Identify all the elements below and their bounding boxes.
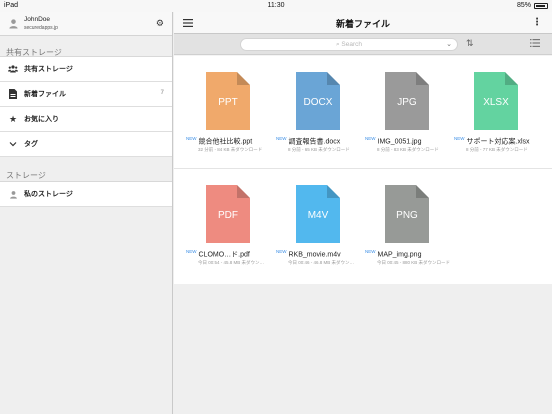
battery-percent: 85% xyxy=(516,2,531,9)
file-name-text: サポート対応案.xlsx xyxy=(466,138,530,146)
search-options-dropdown-icon[interactable]: ⌄ xyxy=(446,40,452,48)
file-extension-label: PPT xyxy=(218,97,238,108)
file-item[interactable]: XLSX NEW サポート対応案.xlsx 8 分前 - 77 KB 未ダウンロード xyxy=(454,56,540,162)
file-item[interactable]: M4V NEW RKB_movie.m4v 今日 00:46 - 46.8 MB 未ダ… xyxy=(276,169,362,275)
status-bar: iPad 11:30 85% xyxy=(0,0,552,12)
file-item[interactable]: JPG NEW IMG_0051.jpg 8 分前 - 83 KB 未ダウンロード xyxy=(365,56,451,162)
file-meta: 今日 00:46 - 46.8 MB 未ダウン… xyxy=(288,260,355,265)
file-type-icon: DOCX xyxy=(296,72,340,130)
gear-icon[interactable]: ⚙ xyxy=(156,18,164,29)
file-grid: PPT NEW 競合他社比較.ppt 32 分前 - 84 KB 未ダウンロード DOC… xyxy=(174,56,552,414)
sidebar: JohnDoe securedapps.jp ⚙ 共有ストレージ 共有ストレージ… xyxy=(0,12,173,414)
storage-nav-list: 私のストレージ xyxy=(0,181,172,207)
sidebar-item-label: 共有ストレージ xyxy=(24,66,73,73)
search-icon: ⌕ xyxy=(335,41,340,48)
file-extension-label: XLSX xyxy=(483,97,509,108)
file-extension-label: PNG xyxy=(396,210,418,221)
file-name: NEW MAP_img.png xyxy=(365,249,455,258)
group-icon xyxy=(8,64,18,74)
sort-icon[interactable]: ⇅ xyxy=(466,38,474,49)
file-meta: 今日 00:45 - 880 KB 未ダウンロード xyxy=(377,260,451,265)
list-view-icon[interactable] xyxy=(530,38,540,48)
sidebar-item-new-files[interactable]: 新着ファイル 7 xyxy=(0,82,172,107)
user-domain: securedapps.jp xyxy=(24,25,58,31)
file-extension-label: M4V xyxy=(307,210,329,221)
file-item[interactable]: PPT NEW 競合他社比較.ppt 32 分前 - 84 KB 未ダウンロード xyxy=(186,56,272,162)
sidebar-item-tags[interactable]: タグ xyxy=(0,132,172,157)
file-name: NEW CLOMO…ド.pdf xyxy=(186,249,276,259)
file-meta: 8 分前 - 77 KB 未ダウンロード xyxy=(466,147,528,152)
section-header-storage: ストレージ xyxy=(6,171,46,180)
more-options-icon[interactable]: ⋮ xyxy=(532,17,542,28)
new-badge: NEW xyxy=(365,136,376,141)
sidebar-item-label: お気に入り xyxy=(24,116,59,123)
new-badge: NEW xyxy=(454,136,465,141)
file-name: NEW サポート対応案.xlsx xyxy=(454,136,544,146)
file-meta: 32 分前 - 84 KB 未ダウンロード xyxy=(198,147,263,152)
new-badge: NEW xyxy=(365,249,376,254)
new-badge: NEW xyxy=(276,249,287,254)
main-panel: 新着ファイル ⋮ ⌕ Search ⌄ ⇅ PPT NEW 競合他社比較.ppt 32… xyxy=(174,12,552,414)
new-badge: NEW xyxy=(186,249,197,254)
file-meta: 8 分前 - 65 KB 未ダウンロード xyxy=(288,147,350,152)
user-name: JohnDoe xyxy=(24,16,51,23)
file-meta: 8 分前 - 83 KB 未ダウンロード xyxy=(377,147,439,152)
sidebar-item-my-storage[interactable]: 私のストレージ xyxy=(0,182,172,207)
file-type-icon: M4V xyxy=(296,185,340,243)
file-extension-label: JPG xyxy=(397,97,417,108)
new-count-badge: 7 xyxy=(160,90,164,96)
battery-icon xyxy=(534,2,548,9)
file-extension-label: DOCX xyxy=(303,97,333,108)
new-badge: NEW xyxy=(276,136,287,141)
file-name-text: CLOMO…ド.pdf xyxy=(198,251,250,259)
search-bar: ⌕ Search ⌄ ⇅ xyxy=(174,34,552,55)
star-icon: ★ xyxy=(8,113,18,124)
sidebar-item-shared-storage[interactable]: 共有ストレージ xyxy=(0,57,172,82)
file-type-icon: PPT xyxy=(206,72,250,130)
file-item[interactable]: PDF NEW CLOMO…ド.pdf 今日 00:54 - 45.8 MB 未ダウン… xyxy=(186,169,272,275)
file-type-icon: PDF xyxy=(206,185,250,243)
file-extension-label: PDF xyxy=(218,210,238,221)
battery-status: 85% xyxy=(517,2,548,9)
file-name: NEW IMG_0051.jpg xyxy=(365,136,455,145)
page-title: 新着ファイル xyxy=(335,19,390,29)
person-icon xyxy=(8,189,18,199)
file-name-text: RKB_movie.m4v xyxy=(288,251,341,259)
sidebar-item-label: タグ xyxy=(24,141,38,148)
file-item[interactable]: DOCX NEW 調査報告書.docx 8 分前 - 65 KB 未ダウンロード xyxy=(276,56,362,162)
file-name-text: IMG_0051.jpg xyxy=(377,138,422,146)
file-type-icon: JPG xyxy=(385,72,429,130)
file-name-text: MAP_img.png xyxy=(377,251,422,259)
clock: 11:30 xyxy=(267,2,285,9)
chevron-down-icon xyxy=(8,139,18,149)
file-type-icon: PNG xyxy=(385,185,429,243)
file-name: NEW RKB_movie.m4v xyxy=(276,249,366,258)
file-type-icon: XLSX xyxy=(474,72,518,130)
section-header-shared: 共有ストレージ xyxy=(6,48,62,57)
file-name-text: 調査報告書.docx xyxy=(288,138,341,146)
file-name-text: 競合他社比較.ppt xyxy=(198,138,253,146)
user-account-row[interactable]: JohnDoe securedapps.jp ⚙ xyxy=(0,12,172,36)
sidebar-item-label: 新着ファイル xyxy=(24,91,66,98)
search-placeholder: ⌕ Search xyxy=(335,41,363,48)
new-badge: NEW xyxy=(186,136,197,141)
sidebar-item-favorites[interactable]: ★ お気に入り xyxy=(0,107,172,132)
search-input[interactable]: ⌕ Search ⌄ xyxy=(240,38,458,51)
new-file-icon xyxy=(8,89,18,99)
file-meta: 今日 00:54 - 45.8 MB 未ダウン… xyxy=(198,260,265,265)
file-name: NEW 調査報告書.docx xyxy=(276,136,366,146)
shared-nav-list: 共有ストレージ 新着ファイル 7 ★ お気に入り タグ xyxy=(0,56,172,157)
file-name: NEW 競合他社比較.ppt xyxy=(186,136,276,146)
sidebar-item-label: 私のストレージ xyxy=(24,191,73,198)
avatar-icon xyxy=(9,19,18,29)
nav-bar: 新着ファイル ⋮ xyxy=(174,12,552,34)
file-item[interactable]: PNG NEW MAP_img.png 今日 00:45 - 880 KB 未ダウンロ… xyxy=(365,169,451,275)
